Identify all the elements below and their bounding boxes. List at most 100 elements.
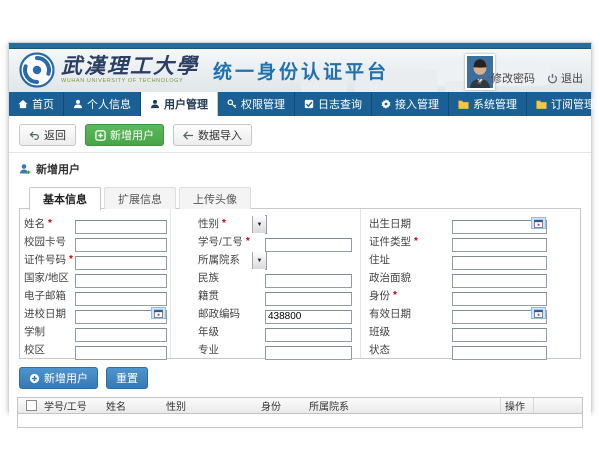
form-grid: 姓名*性别*▼出生日期校园卡号学号/工号*证件类型*证件号码*所属院系▼住址国家… [20,214,580,358]
form-field-ethnicity: 民族 [170,268,360,286]
app-window: 武漢理工大學 WUHAN UNIVERSITY OF TECHNOLOGY 统一… [8,42,592,412]
campus-card-no-input[interactable] [75,238,167,252]
submit-add-user-button[interactable]: 新增用户 [19,367,98,389]
status-input[interactable] [452,346,547,360]
field-label: 邮政编码 [198,306,240,321]
form-field-postal-code: 邮政编码 [170,304,360,322]
university-logo-icon [19,52,55,88]
back-button[interactable]: 返回 [19,124,76,146]
form-row: 校园卡号学号/工号*证件类型* [20,232,580,250]
nav-item-label: 订阅管理 [551,96,595,112]
nav-item-system-mgmt[interactable]: 系统管理 [449,92,527,116]
add-user-label: 新增用户 [110,127,154,143]
calendar-icon[interactable] [531,217,546,229]
ethnicity-input[interactable] [265,274,352,288]
form-field-cert-no: 证件号码* [20,250,170,268]
form-field-class: 班级 [360,322,580,340]
change-password-label: 修改密码 [491,70,535,86]
form-field-gender: 性别*▼ [170,214,360,232]
email-input[interactable] [75,292,167,306]
result-table-header: 学号/工号姓名性别身份所属院系操作 [18,398,582,414]
grade-input[interactable] [265,328,352,342]
plus-square-icon [95,130,106,141]
form-field-schooling-length: 学制 [20,322,170,340]
column-divider [170,209,171,358]
data-import-button[interactable]: 数据导入 [173,124,252,146]
campus-input[interactable] [75,346,167,360]
reset-button[interactable]: 重置 [106,367,148,389]
power-icon [547,73,558,84]
calendar-icon[interactable] [151,307,166,319]
nav-item-permission-mgmt[interactable]: 权限管理 [218,92,295,116]
field-label: 证件号码 [24,252,66,267]
form-field-address: 住址 [360,250,580,268]
tab-label: 基本信息 [43,191,87,207]
logout-label: 退出 [561,70,583,86]
required-asterisk: * [393,290,397,301]
tab-basic-info[interactable]: 基本信息 [29,187,101,210]
nav-item-home[interactable]: 首页 [9,92,64,116]
nav-item-log-query[interactable]: 日志查询 [295,92,372,116]
pencil-icon [477,73,488,84]
name-input[interactable] [75,220,167,234]
change-password-link[interactable]: 修改密码 [477,70,535,86]
schooling-length-input[interactable] [75,328,167,342]
form-field-status: 状态 [360,340,580,358]
postal-code-input[interactable] [265,310,352,324]
content-area: 返回 新增用户 数据导入 新增用户 [9,124,591,428]
form-row: 进校日期邮政编码有效日期 [20,304,580,322]
field-label: 校园卡号 [24,234,66,249]
tab-label: 扩展信息 [118,191,162,207]
add-user-toolbar-button[interactable]: 新增用户 [85,124,164,146]
form-field-identity: 身份* [360,286,580,304]
add-user-icon [19,163,31,175]
form-field-valid-date: 有效日期 [360,304,580,322]
user-icon [73,99,83,109]
form-field-major: 专业 [170,340,360,358]
form-field-name: 姓名* [20,214,170,232]
main-nav: 首页个人信息用户管理权限管理日志查询接入管理系统管理订阅管理 [9,92,591,116]
nav-item-access-mgmt[interactable]: 接入管理 [372,92,449,116]
identity-input[interactable] [452,292,547,306]
field-label: 校区 [24,342,45,357]
logout-link[interactable]: 退出 [547,70,583,86]
country-region-input[interactable] [75,274,167,288]
class-input[interactable] [452,328,547,342]
political-status-input[interactable] [452,274,547,288]
form-field-campus: 校区 [20,340,170,358]
result-table-empty-body [18,414,582,427]
tab-upload-avatar[interactable]: 上传头像 [179,187,251,209]
student-no-input[interactable] [265,238,352,252]
field-label: 年级 [198,324,219,339]
user-icon [150,99,160,109]
department-select[interactable]: ▼ [265,251,267,270]
field-label: 出生日期 [369,216,411,231]
calendar-icon[interactable] [531,307,546,319]
tab-label: 上传头像 [193,191,237,207]
nav-item-user-mgmt[interactable]: 用户管理 [141,92,218,116]
major-input[interactable] [265,346,352,360]
col-header-student-id: 学号/工号 [40,398,102,413]
university-name-cn: 武漢理工大學 [61,56,199,77]
platform-title: 统一身份认证平台 [213,57,389,84]
tab-bar: 基本信息 扩展信息 上传头像 [29,187,591,209]
col-header-name: 姓名 [102,398,162,413]
data-import-label: 数据导入 [198,127,242,143]
cert-type-input[interactable] [452,238,547,252]
col-header-actions: 操作 [500,398,534,413]
tab-extended-info[interactable]: 扩展信息 [104,187,176,209]
gear-icon [381,99,391,109]
cert-no-input[interactable] [75,256,167,270]
field-label: 学号/工号 [198,234,243,249]
field-label: 所属院系 [198,252,240,267]
native-place-input[interactable] [265,292,352,306]
basic-info-panel: 姓名*性别*▼出生日期校园卡号学号/工号*证件类型*证件号码*所属院系▼住址国家… [19,208,581,359]
nav-item-subscription-mgmt[interactable]: 订阅管理 [527,92,600,116]
nav-item-label: 权限管理 [241,96,285,112]
gender-select[interactable]: ▼ [265,215,267,234]
address-input[interactable] [452,256,547,270]
select-all-checkbox[interactable] [26,400,37,411]
toolbar-divider [9,152,591,153]
nav-item-label: 用户管理 [164,96,208,112]
nav-item-profile[interactable]: 个人信息 [64,92,141,116]
